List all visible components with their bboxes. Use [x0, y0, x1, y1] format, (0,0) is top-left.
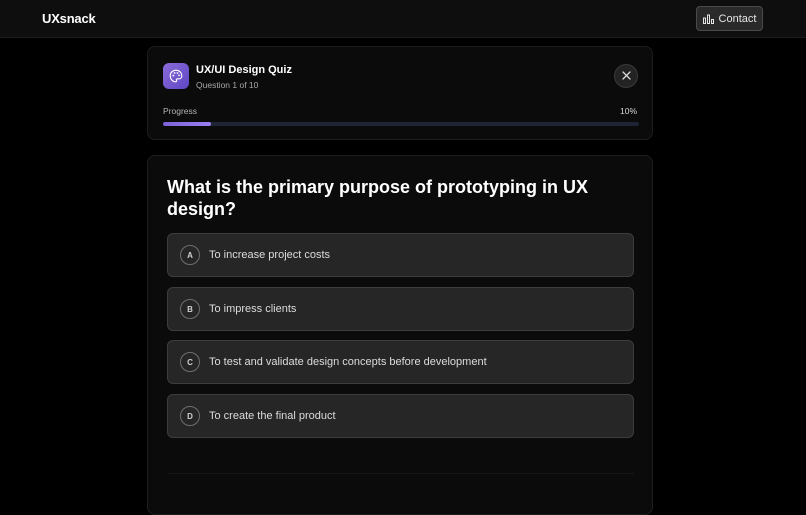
- option-letter: D: [180, 406, 200, 426]
- option-letter: A: [180, 245, 200, 265]
- quiz-title: UX/UI Design Quiz: [196, 64, 292, 76]
- option-b[interactable]: B To impress clients: [167, 287, 634, 331]
- progress-percent: 10%: [619, 106, 637, 116]
- option-c[interactable]: C To test and validate design concepts b…: [167, 340, 634, 384]
- option-text: To increase project costs: [209, 249, 331, 261]
- divider: [167, 473, 634, 474]
- close-icon: [621, 67, 631, 85]
- bar-chart-icon: [702, 14, 714, 24]
- close-button[interactable]: [614, 64, 638, 88]
- palette-icon: [163, 63, 189, 89]
- option-d[interactable]: D To create the final product: [167, 394, 634, 438]
- progress-bar: [163, 122, 639, 126]
- option-text: To create the final product: [209, 410, 336, 422]
- option-text: To test and validate design concepts bef…: [209, 356, 487, 368]
- contact-button-label: Contact: [718, 12, 757, 25]
- option-text: To impress clients: [209, 303, 297, 315]
- question-card: What is the primary purpose of prototypi…: [147, 155, 653, 515]
- option-letter: B: [180, 299, 200, 319]
- contact-button[interactable]: Contact: [696, 6, 763, 31]
- option-letter: C: [180, 352, 200, 372]
- question-text: What is the primary purpose of prototypi…: [167, 177, 589, 219]
- top-nav: UXsnack Contact: [0, 0, 806, 38]
- logo[interactable]: UXsnack: [42, 11, 96, 26]
- option-a[interactable]: A To increase project costs: [167, 233, 634, 277]
- question-counter: Question 1 of 10: [196, 80, 259, 90]
- progress-fill: [163, 122, 211, 126]
- progress-label: Progress: [163, 106, 198, 116]
- quiz-header-card: UX/UI Design Quiz Question 1 of 10 Progr…: [147, 46, 653, 140]
